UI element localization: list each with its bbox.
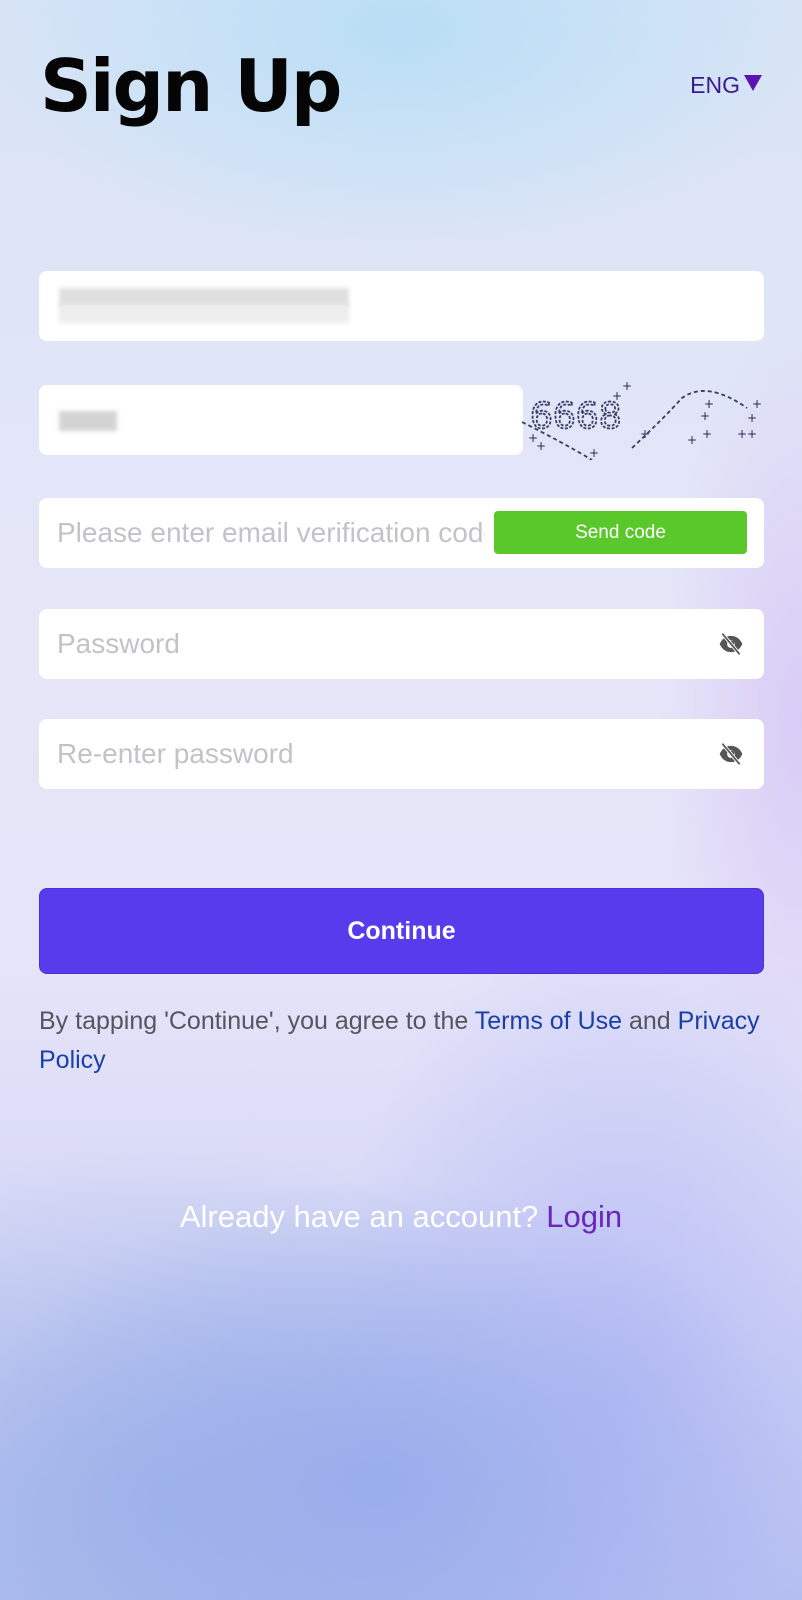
terms-prefix: By tapping 'Continue', you agree to the xyxy=(39,1007,475,1035)
svg-text:+: + xyxy=(622,380,632,393)
svg-text:+: + xyxy=(704,397,714,411)
svg-text:+: + xyxy=(536,439,546,453)
svg-text:+: + xyxy=(589,446,599,460)
page-title: Sign Up xyxy=(40,44,342,128)
captcha-image[interactable]: 6668 +++ + + + +++ ++ + ++ xyxy=(522,380,767,460)
language-label: ENG xyxy=(690,72,740,98)
caret-down-icon xyxy=(744,74,762,91)
svg-text:+: + xyxy=(687,433,697,447)
captcha-field[interactable] xyxy=(39,385,523,455)
login-prompt: Already have an account? Login xyxy=(0,1199,802,1235)
terms-notice: By tapping 'Continue', you agree to the … xyxy=(39,1002,769,1080)
eye-slash-icon[interactable] xyxy=(718,741,744,767)
login-prompt-text: Already have an account? xyxy=(179,1199,539,1234)
verification-code-input[interactable] xyxy=(57,517,485,549)
svg-text:+: + xyxy=(702,427,712,441)
password-input[interactable] xyxy=(57,628,746,660)
confirm-password-input[interactable] xyxy=(57,738,746,770)
send-code-button[interactable]: Send code xyxy=(494,511,747,554)
svg-text:+: + xyxy=(700,409,710,423)
svg-text:+: + xyxy=(737,427,747,441)
svg-text:+: + xyxy=(747,427,757,441)
continue-button[interactable]: Continue xyxy=(39,888,764,974)
verification-code-field[interactable]: Send code xyxy=(39,498,764,568)
confirm-password-field[interactable] xyxy=(39,719,764,789)
language-selector[interactable]: ENG xyxy=(690,72,762,99)
svg-text:+: + xyxy=(747,411,757,425)
terms-of-use-link[interactable]: Terms of Use xyxy=(475,1007,622,1035)
password-field[interactable] xyxy=(39,609,764,679)
email-field[interactable] xyxy=(39,271,764,341)
svg-text:+: + xyxy=(752,397,762,411)
terms-and: and xyxy=(622,1007,678,1035)
svg-text:+: + xyxy=(612,389,622,403)
captcha-text: 6668 xyxy=(530,396,622,437)
svg-text:+: + xyxy=(640,427,650,441)
login-link[interactable]: Login xyxy=(546,1199,622,1234)
eye-slash-icon[interactable] xyxy=(718,631,744,657)
